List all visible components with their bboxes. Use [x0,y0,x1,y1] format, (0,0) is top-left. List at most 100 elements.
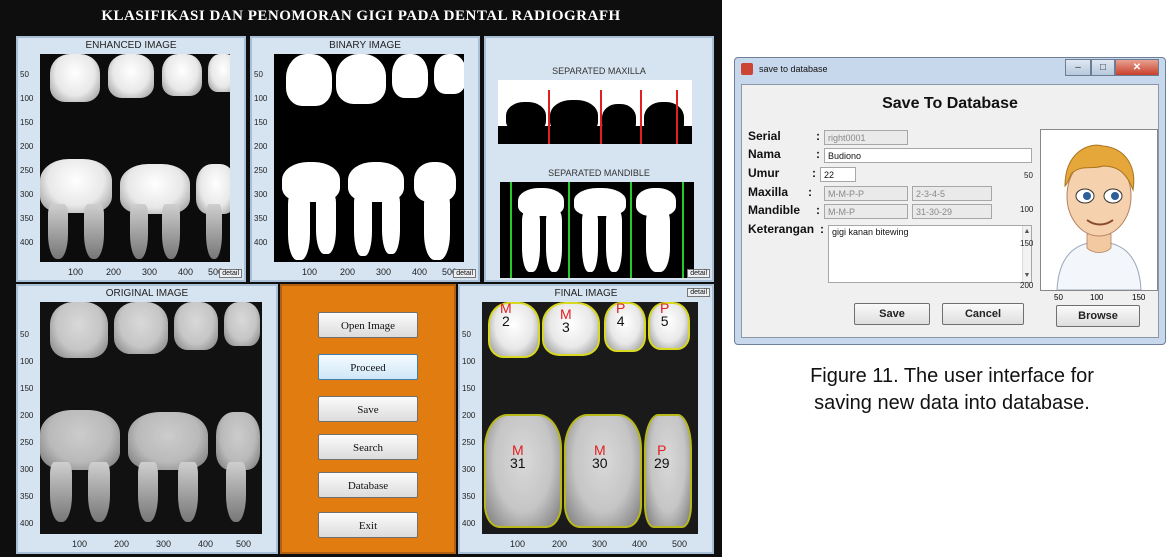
ytick: 250 [20,438,34,447]
ytick: 250 [20,166,34,175]
serial-field[interactable]: right0001 [824,130,908,145]
scroll-up-icon[interactable]: ▲ [1023,226,1031,238]
umur-label: Umur [748,166,780,180]
original-image-panel: ORIGINAL IMAGE 50 100 150 200 250 300 35… [16,284,278,554]
panel-title-enhanced: ENHANCED IMAGE [85,40,177,51]
ytick: 200 [462,411,476,420]
keterangan-label: Keterangan [748,222,815,236]
browse-button[interactable]: Browse [1056,305,1140,327]
database-button[interactable]: Database [318,472,418,498]
tooth-label: P 29 [654,443,670,470]
ytick: 300 [462,465,476,474]
photo-xtick: 100 [1090,293,1104,302]
minimize-icon[interactable]: – [1065,59,1091,76]
serial-label: Serial [748,129,781,143]
mandible-class-field[interactable]: M-M-P [824,204,908,219]
ytick: 200 [254,142,268,151]
save-button[interactable]: Save [854,303,930,325]
ytick: 150 [20,384,34,393]
keterangan-textarea[interactable]: gigi kanan bitewing ▲ ▼ [828,225,1032,283]
cancel-button[interactable]: Cancel [942,303,1024,325]
xtick: 300 [142,267,158,277]
save-to-database-window: save to database – □ ✕ Save To Database … [734,57,1166,345]
tooth-number: 30 [592,455,608,471]
colon: : [812,166,816,180]
ytick: 100 [462,357,476,366]
colon: : [816,129,820,143]
umur-field[interactable]: 22 [820,167,856,182]
search-button[interactable]: Search [318,434,418,460]
xtick: 400 [632,539,648,549]
exit-button[interactable]: Exit [318,512,418,538]
ytick: 350 [462,492,476,501]
xtick: 300 [156,539,172,549]
ytick: 100 [20,94,34,103]
xtick: 200 [114,539,130,549]
mandible-label: Mandible [748,203,801,217]
textarea-scrollbar[interactable]: ▲ ▼ [1022,226,1031,282]
nama-field[interactable]: Budiono [824,148,1032,163]
window-titlebar: save to database – □ ✕ [735,58,1165,82]
xtick: 400 [198,539,214,549]
detail-button-separated[interactable]: detail [687,269,710,278]
detail-button-binary[interactable]: detail [453,269,476,278]
figure-caption: Figure 11. The user interface for saving… [736,363,1168,417]
ytick: 150 [20,118,34,127]
final-image: M 2 M 3 P 4 P 5 M 31 M 30 P 29 [482,302,698,534]
maximize-icon[interactable]: □ [1091,59,1115,76]
tooth-label: M 3 [560,307,572,335]
xtick: 200 [340,267,356,277]
photo-ytick: 50 [1024,171,1033,180]
ytick: 50 [20,330,29,339]
tooth-label: M 30 [592,443,608,471]
photo-xtick: 50 [1054,293,1063,302]
enhanced-image-panel: ENHANCED IMAGE 50 100 150 200 250 300 35… [16,36,246,282]
save-button[interactable]: Save [318,396,418,422]
tooth-label: P 5 [660,302,669,328]
ytick: 150 [254,118,268,127]
detail-button-final[interactable]: detail [687,288,710,297]
tooth-label: P 4 [616,302,625,328]
xtick: 200 [552,539,568,549]
tooth-number: 2 [501,313,510,329]
action-button-panel: Open Image Proceed Save Search Database … [280,284,456,554]
app-title: KLASIFIKASI DAN PENOMORAN GIGI PADA DENT… [101,8,621,24]
xtick: 400 [178,267,194,277]
open-image-button[interactable]: Open Image [318,312,418,338]
ytick: 350 [20,492,34,501]
ytick: 200 [20,411,34,420]
panel-title-original: ORIGINAL IMAGE [105,288,189,299]
colon: : [808,185,812,199]
xtick: 100 [68,267,84,277]
proceed-button[interactable]: Proceed [318,354,418,380]
nama-label: Nama [748,147,781,161]
colon: : [820,222,824,236]
panel-title-final: FINAL IMAGE [554,288,618,299]
ytick: 300 [20,190,34,199]
ytick: 400 [462,519,476,528]
detail-button-enhanced[interactable]: detail [219,269,242,278]
enhanced-image [40,54,230,262]
close-icon[interactable]: ✕ [1115,59,1159,76]
ytick: 100 [254,94,268,103]
maxilla-number-field[interactable]: 2-3-4-5 [912,186,992,201]
tooth-number: 31 [510,455,526,471]
ytick: 400 [20,238,34,247]
ytick: 300 [20,465,34,474]
tooth-number: 5 [660,313,669,329]
enhanced-yticks: 50 100 150 200 250 300 350 400 [18,54,40,264]
tooth-number: 3 [561,319,570,335]
ytick: 50 [20,70,29,79]
maxilla-class-field[interactable]: M-M-P-P [824,186,908,201]
mandible-number-field[interactable]: 31-30-29 [912,204,992,219]
tooth-label: M 31 [510,443,526,471]
xtick: 100 [72,539,88,549]
tooth-label: M 2 [500,302,512,328]
separated-mandible-title: SEPARATED MANDIBLE [548,168,650,178]
final-yticks: 50 100 150 200 250 300 350 400 [460,302,482,538]
xtick: 500 [236,539,252,549]
dialog-client-area: Save To Database Serial : right0001 Nama… [741,84,1159,338]
binary-image-panel: BINARY IMAGE 50 100 150 200 250 300 350 … [250,36,480,282]
panel-title-binary: BINARY IMAGE [329,40,401,51]
keterangan-text: gigi kanan bitewing [832,227,909,237]
